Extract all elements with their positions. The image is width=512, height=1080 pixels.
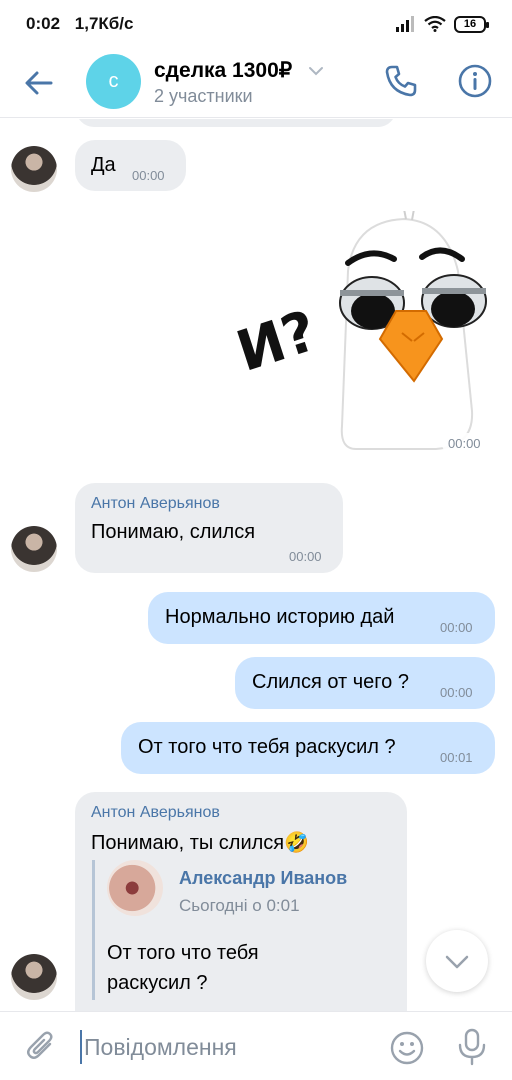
reply-author: Александр Иванов [179, 868, 348, 888]
reply-quote[interactable]: Александр Иванов Сьогодні о 0:01 От того… [92, 860, 392, 1000]
message-time: 00:00 [440, 620, 473, 635]
status-speed: 1,7Кб/с [74, 14, 134, 33]
reply-text-line: раскусил ? [107, 972, 208, 994]
message-bubble[interactable]: Да 00:00 [75, 140, 186, 191]
phone-icon[interactable] [384, 64, 418, 98]
message-time: 00:00 [440, 685, 473, 700]
message-composer [0, 1011, 512, 1080]
paperclip-icon[interactable] [24, 1030, 58, 1064]
status-time: 0:02 [26, 14, 61, 33]
message-time: 00:01 [440, 750, 473, 765]
avatar[interactable] [11, 954, 57, 1000]
message-text: Нормально историю дай [165, 606, 395, 628]
info-icon[interactable] [457, 63, 493, 99]
wifi-icon [424, 16, 446, 32]
chat-subtitle: 2 участники [154, 86, 253, 106]
sticker-seagull[interactable]: И? [236, 211, 496, 461]
message-time: 00:00 [132, 168, 165, 183]
previous-message-bubble [76, 119, 396, 127]
message-bubble-outgoing[interactable]: От того что тебя раскусил ? 00:01 [121, 722, 495, 774]
sticker-time: 00:00 [442, 433, 487, 454]
reply-date: Сьогодні о 0:01 [179, 896, 300, 915]
sender-name[interactable]: Антон Аверьянов [91, 804, 220, 822]
scroll-down-button[interactable] [426, 930, 488, 992]
message-bubble-outgoing[interactable]: Нормально историю дай 00:00 [148, 592, 495, 644]
avatar[interactable] [11, 526, 57, 572]
message-bubble-outgoing[interactable]: Слился от чего ? 00:00 [235, 657, 495, 709]
message-text: Понимаю, слился [91, 521, 256, 543]
microphone-icon[interactable] [456, 1028, 488, 1066]
battery-icon: 16 [454, 15, 489, 33]
reply-text-line: От того что тебя [107, 942, 259, 964]
reply-avatar [107, 860, 163, 916]
message-text: От того что тебя раскусил ? [138, 736, 396, 758]
message-bubble[interactable]: Антон Аверьянов Понимаю, слился 00:00 [75, 483, 343, 573]
message-input[interactable] [80, 1030, 370, 1064]
sender-name[interactable]: Антон Аверьянов [91, 495, 220, 513]
sticker-caption: И? [236, 299, 325, 385]
message-time: 00:00 [289, 549, 322, 564]
avatar[interactable] [11, 146, 57, 192]
back-arrow-icon[interactable] [24, 68, 54, 98]
reply-text: От того что тебя раскусил ? [107, 938, 259, 998]
chevron-down-icon[interactable] [308, 66, 324, 76]
message-text: Слился от чего ? [252, 671, 409, 693]
chat-title[interactable]: сделка 1300₽ [154, 58, 292, 83]
status-right: 16 [396, 14, 489, 34]
signal-icon [396, 16, 414, 32]
chat-avatar[interactable]: с [86, 54, 141, 109]
chevron-down-icon [445, 955, 469, 969]
emoji-icon[interactable] [389, 1030, 425, 1066]
status-bar: 0:02 1,7Кб/с 16 [0, 0, 512, 48]
message-list[interactable]: Да 00:00 И? 00:00 Антон Аверьянов Понима… [0, 119, 512, 1011]
chat-header: с сделка 1300₽ 2 участники [0, 48, 512, 118]
status-left: 0:02 1,7Кб/с [26, 14, 133, 34]
message-text: Да [91, 154, 116, 176]
message-text: Понимаю, ты слился🤣 [91, 832, 310, 854]
